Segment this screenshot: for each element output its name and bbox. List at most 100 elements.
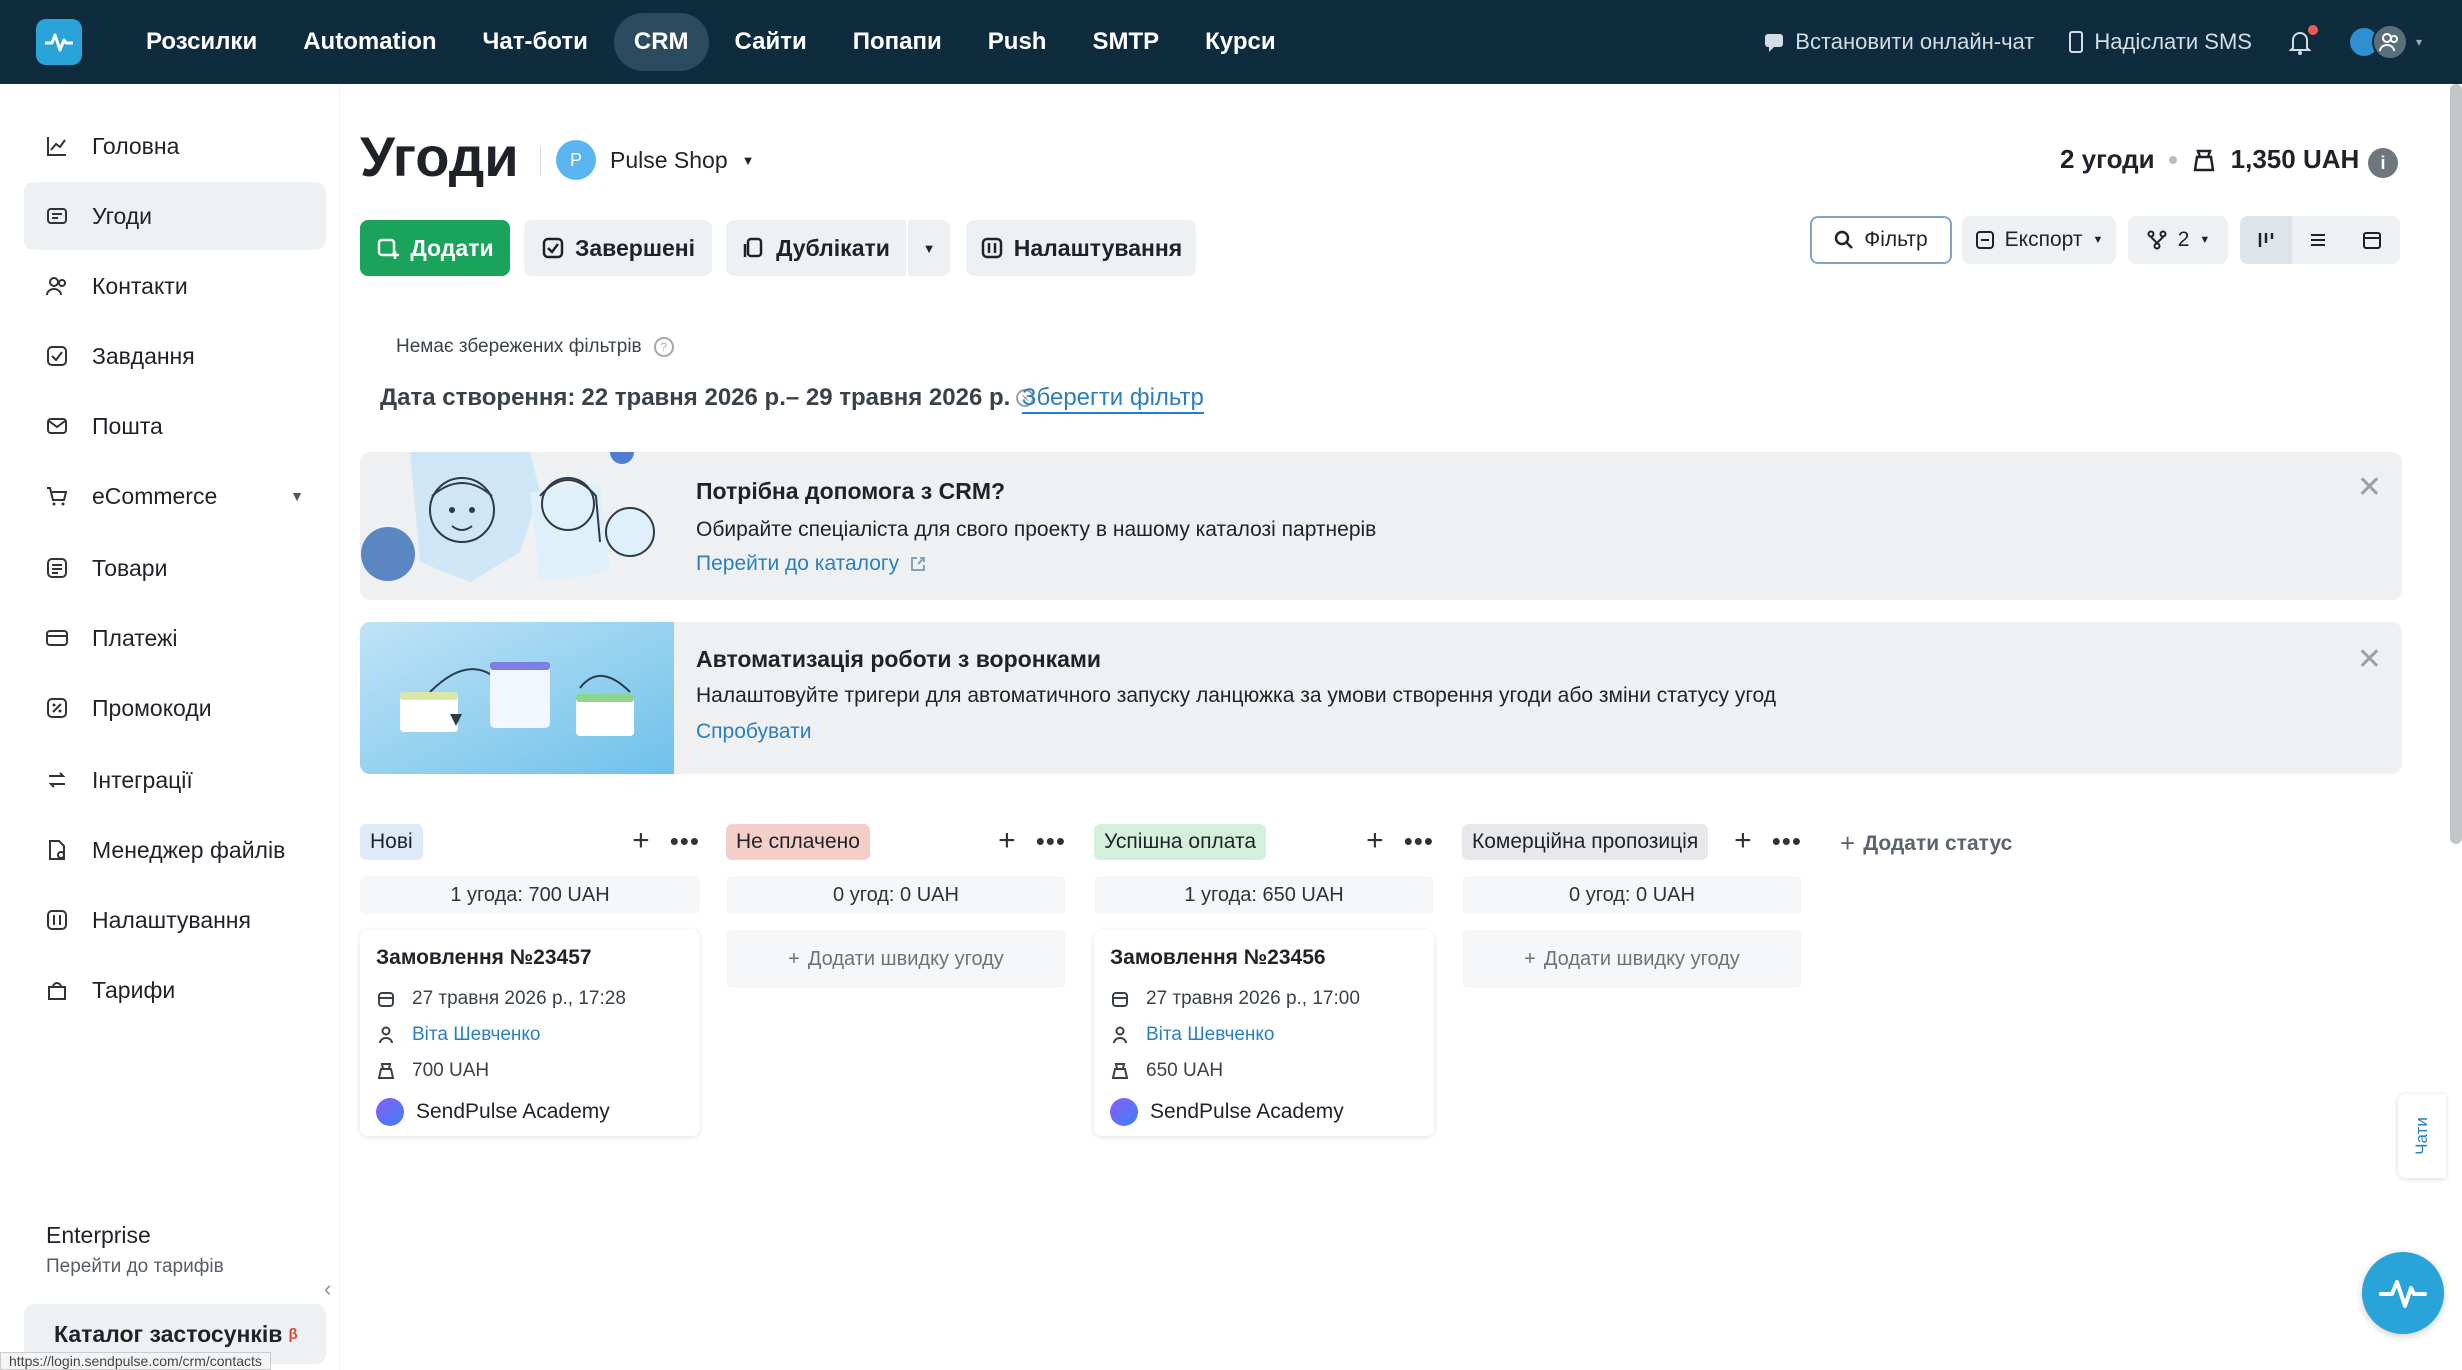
sidebar-item-label: Товари — [92, 554, 168, 581]
nav-mailings[interactable]: Розсилки — [126, 13, 277, 71]
deals-total-amount: 1,350 UAH — [2230, 144, 2360, 174]
more-options-icon[interactable]: ••• — [1036, 826, 1066, 857]
sidebar-item-payments[interactable]: Платежі — [24, 604, 326, 672]
add-status-button[interactable]: + Додати статус — [1840, 828, 2012, 859]
chevron-down-icon: ▼ — [2092, 234, 2104, 246]
plan-title: Enterprise — [46, 1222, 151, 1248]
duplicates-label: Дублікати — [776, 234, 890, 261]
nav-crm[interactable]: CRM — [613, 13, 709, 71]
list-view-icon — [2311, 234, 2325, 246]
add-deal-plus-icon[interactable]: + — [632, 824, 650, 858]
close-banner-icon[interactable]: ✕ — [2357, 470, 2382, 505]
sidebar-item-products[interactable]: Товари — [24, 534, 326, 602]
go-to-catalog-label: Перейти до каталогу — [696, 552, 900, 575]
nav-chatbots[interactable]: Чат-боти — [463, 13, 608, 71]
payments-icon — [44, 625, 70, 651]
more-options-icon[interactable]: ••• — [1772, 826, 1802, 857]
deal-date: 27 травня 2026 р., 17:00 — [1146, 988, 1360, 1009]
sidebar-item-home[interactable]: Головна — [24, 112, 326, 180]
sidebar-item-tasks[interactable]: Завдання — [24, 322, 326, 390]
app-catalog-label: Каталог застосунків — [54, 1320, 283, 1347]
status-tag[interactable]: Не сплачено — [726, 824, 870, 860]
column-summary: 0 угод: 0 UAH — [726, 876, 1066, 914]
page-title: Угоди — [360, 125, 519, 188]
more-options-icon[interactable]: ••• — [670, 826, 700, 857]
install-online-chat-button[interactable]: Встановити онлайн-чат — [1763, 29, 2034, 55]
nav-sites[interactable]: Сайти — [715, 13, 827, 71]
nav-smtp[interactable]: SMTP — [1072, 13, 1179, 71]
sendpulse-widget-button[interactable] — [2362, 1252, 2444, 1334]
filter-button[interactable]: Фільтр — [1810, 216, 1952, 264]
export-button[interactable]: Експорт ▼ — [1962, 216, 2116, 264]
go-to-catalog-link[interactable]: Перейти до каталогу — [696, 552, 927, 576]
page-scrollbar[interactable] — [2450, 84, 2462, 844]
column-summary: 0 угод: 0 UAH — [1462, 876, 1802, 914]
info-icon[interactable]: i — [2368, 148, 2398, 178]
sidebar: Головна Угоди Контакти Завдання Пошта eC… — [0, 84, 340, 1370]
completed-deals-button[interactable]: Завершені — [524, 220, 712, 276]
deal-contact-link[interactable]: Віта Шевченко — [412, 1024, 541, 1046]
kanban-view-button[interactable] — [2240, 216, 2292, 264]
status-tag[interactable]: Комерційна пропозиція — [1462, 824, 1709, 860]
deals-count: 2 угоди — [2060, 144, 2155, 174]
add-deal-plus-icon[interactable]: + — [998, 824, 1016, 858]
sidebar-item-file-manager[interactable]: Менеджер файлів — [24, 816, 326, 884]
calendar-icon — [376, 989, 396, 1009]
sidebar-item-promocodes[interactable]: Промокоди — [24, 674, 326, 742]
more-options-icon[interactable]: ••• — [1404, 826, 1434, 857]
sidebar-item-settings[interactable]: Налаштування — [24, 886, 326, 954]
send-sms-button[interactable]: Надіслати SMS — [2068, 29, 2252, 55]
install-online-chat-label: Встановити онлайн-чат — [1795, 29, 2035, 54]
list-view-button[interactable] — [2292, 216, 2344, 264]
chats-tab[interactable]: Чати — [2398, 1094, 2446, 1178]
close-banner-icon[interactable]: ✕ — [2357, 642, 2382, 677]
calendar-icon — [1110, 989, 1130, 1009]
crm-help-banner: Потрібна допомога з CRM? Обирайте спеціа… — [360, 452, 2402, 600]
sidebar-item-deals[interactable]: Угоди — [24, 182, 326, 250]
quick-add-deal-button[interactable]: + Додати швидку угоду — [726, 930, 1066, 988]
try-automation-link[interactable]: Спробувати — [696, 720, 811, 744]
sidebar-item-label: Тарифи — [92, 976, 176, 1003]
automation-banner: Автоматизація роботи з воронками Налашто… — [360, 622, 2402, 774]
duplicates-dropdown-button[interactable]: ▼ — [908, 220, 950, 276]
deal-title: Замовлення №23457 — [376, 946, 592, 969]
filter-label: Фільтр — [1864, 228, 1928, 251]
deal-card[interactable]: Замовлення №23457 27 травня 2026 р., 17:… — [360, 930, 700, 1136]
sendpulse-logo-icon[interactable] — [36, 19, 82, 65]
add-deal-plus-icon[interactable]: + — [1734, 824, 1752, 858]
sidebar-item-integrations[interactable]: Інтеграції — [24, 746, 326, 814]
nav-push[interactable]: Push — [968, 13, 1067, 71]
sidebar-item-mail[interactable]: Пошта — [24, 392, 326, 460]
calendar-view-button[interactable] — [2344, 216, 2400, 264]
notifications-bell-icon[interactable] — [2286, 25, 2318, 56]
check-square-icon — [542, 237, 564, 259]
duplicates-button[interactable]: Дублікати — [726, 220, 906, 276]
save-filter-link[interactable]: Зберегти фільтр — [1022, 384, 1204, 414]
kanban-column-commercial-offer: Комерційна пропозиція + ••• 0 угод: 0 UA… — [1462, 820, 1802, 988]
sidebar-item-ecommerce[interactable]: eCommerce ▼ — [24, 462, 326, 530]
sidebar-item-label: eCommerce — [92, 482, 218, 509]
status-tag[interactable]: Нові — [360, 824, 423, 860]
deal-contact-link[interactable]: Віта Шевченко — [1146, 1024, 1275, 1046]
settings-button[interactable]: Налаштування — [966, 220, 1196, 276]
nav-courses[interactable]: Курси — [1185, 13, 1295, 71]
banner-text: Налаштовуйте тригери для автоматичного з… — [696, 684, 1777, 707]
help-icon[interactable]: ? — [653, 337, 674, 357]
contacts-icon — [44, 273, 70, 299]
go-to-tariffs-link[interactable]: Перейти до тарифів — [46, 1256, 224, 1278]
quick-add-deal-button[interactable]: + Додати швидку угоду — [1462, 930, 1802, 988]
add-deal-button[interactable]: Додати — [360, 220, 510, 276]
deal-card[interactable]: Замовлення №23456 27 травня 2026 р., 17:… — [1094, 930, 1434, 1136]
settings-sliders-icon — [981, 237, 1003, 259]
status-tag[interactable]: Успішна оплата — [1094, 824, 1267, 860]
add-deal-plus-icon[interactable]: + — [1366, 824, 1384, 858]
mail-icon — [44, 413, 70, 439]
sidebar-item-contacts[interactable]: Контакти — [24, 252, 326, 320]
pipeline-selector[interactable]: P Pulse Shop ▼ — [556, 140, 755, 180]
collapse-sidebar-icon[interactable]: ‹ — [324, 1276, 331, 1302]
nav-automation[interactable]: Automation — [283, 13, 456, 71]
branches-button[interactable]: 2 ▼ — [2128, 216, 2228, 264]
nav-popups[interactable]: Попапи — [833, 13, 962, 71]
account-menu[interactable]: ▾ — [2347, 24, 2422, 60]
sidebar-item-tariffs[interactable]: Тарифи — [24, 956, 326, 1024]
